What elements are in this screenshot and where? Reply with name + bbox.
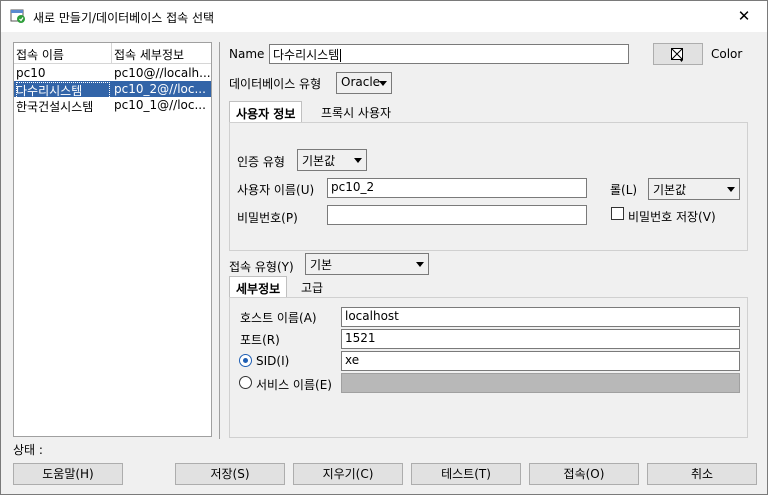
connection-detail: pc10_2@//loc... xyxy=(114,82,206,96)
cancel-button[interactable]: 취소 xyxy=(647,463,757,485)
tab-advanced[interactable]: 고급 xyxy=(295,276,329,298)
username-input[interactable]: pc10_2 xyxy=(327,178,587,198)
chevron-down-icon xyxy=(727,187,735,192)
username-label: 사용자 이름(U) xyxy=(237,183,315,197)
connection-list[interactable]: 접속 이름 접속 세부정보 pc10 pc10@//localh... 다수리시… xyxy=(13,42,212,437)
port-label: 포트(R) xyxy=(240,333,280,347)
database-app-icon xyxy=(10,9,25,23)
connection-detail: pc10_1@//loc... xyxy=(114,98,206,112)
save-password-checkbox[interactable] xyxy=(611,207,624,220)
column-separator[interactable] xyxy=(111,43,112,64)
connection-detail: pc10@//localh... xyxy=(114,66,210,80)
db-type-label: 데이터베이스 유형 xyxy=(229,77,322,91)
help-button[interactable]: 도움말(H) xyxy=(13,463,123,485)
color-label: Color xyxy=(711,47,743,61)
password-label: 비밀번호(P) xyxy=(237,211,298,225)
sid-radio[interactable] xyxy=(239,354,252,367)
service-name-label: 서비스 이름(E) xyxy=(256,378,332,392)
close-icon: ✕ xyxy=(737,7,751,25)
role-label: 롤(L) xyxy=(610,183,638,197)
host-input[interactable]: localhost xyxy=(341,307,740,327)
auth-type-select[interactable]: 기본값 xyxy=(297,149,367,171)
new-connection-dialog: 새로 만들기/데이터베이스 접속 선택 ✕ 접속 이름 접속 세부정보 pc10… xyxy=(0,0,768,495)
service-name-radio[interactable] xyxy=(239,376,252,389)
color-picker-icon xyxy=(671,48,683,62)
color-picker-button[interactable] xyxy=(653,43,703,65)
connection-row-selected[interactable]: 다수리시스템 pc10_2@//loc... xyxy=(14,81,211,99)
column-header-connection-detail[interactable]: 접속 세부정보 xyxy=(114,46,210,63)
test-button[interactable]: 테스트(T) xyxy=(411,463,521,485)
port-input[interactable]: 1521 xyxy=(341,329,740,349)
chevron-down-icon xyxy=(416,262,424,267)
connection-list-header: 접속 이름 접속 세부정보 xyxy=(14,43,211,64)
sid-input[interactable]: xe xyxy=(341,351,740,371)
window-title: 새로 만들기/데이터베이스 접속 선택 xyxy=(33,11,215,25)
title-bar: 새로 만들기/데이터베이스 접속 선택 ✕ xyxy=(1,1,767,32)
name-label: Name xyxy=(229,47,265,61)
connection-name: pc10 xyxy=(16,66,46,80)
column-header-connection-name[interactable]: 접속 이름 xyxy=(16,46,110,63)
split-pane-divider[interactable] xyxy=(219,42,220,439)
connection-name: 한국건설시스템 xyxy=(16,100,94,114)
role-select[interactable]: 기본값 xyxy=(648,178,740,200)
clear-button[interactable]: 지우기(C) xyxy=(293,463,403,485)
connection-type-label: 접속 유형(Y) xyxy=(229,260,294,274)
tab-details[interactable]: 세부정보 xyxy=(229,276,288,298)
chevron-down-icon xyxy=(379,81,387,86)
service-name-input xyxy=(341,373,740,393)
password-input[interactable] xyxy=(327,205,587,225)
connection-row[interactable]: 한국건설시스템 pc10_1@//loc... xyxy=(14,97,211,114)
auth-type-label: 인증 유형 xyxy=(237,155,285,169)
host-label: 호스트 이름(A) xyxy=(240,311,317,325)
save-button[interactable]: 저장(S) xyxy=(175,463,285,485)
close-button[interactable]: ✕ xyxy=(721,1,767,32)
tab-proxy-user[interactable]: 프록시 사용자 xyxy=(315,101,397,123)
sid-label: SID(I) xyxy=(256,354,290,368)
connection-name-input[interactable]: 다수리시스템 xyxy=(269,44,629,64)
connect-button[interactable]: 접속(O) xyxy=(529,463,639,485)
db-type-select[interactable]: Oracle xyxy=(336,72,392,94)
save-password-label: 비밀번호 저장(V) xyxy=(628,210,716,224)
chevron-down-icon xyxy=(354,158,362,163)
tab-user-info[interactable]: 사용자 정보 xyxy=(229,101,303,123)
status-label: 상태 : xyxy=(13,443,43,457)
connection-row[interactable]: pc10 pc10@//localh... xyxy=(14,65,211,81)
connection-type-select[interactable]: 기본 xyxy=(305,253,429,275)
